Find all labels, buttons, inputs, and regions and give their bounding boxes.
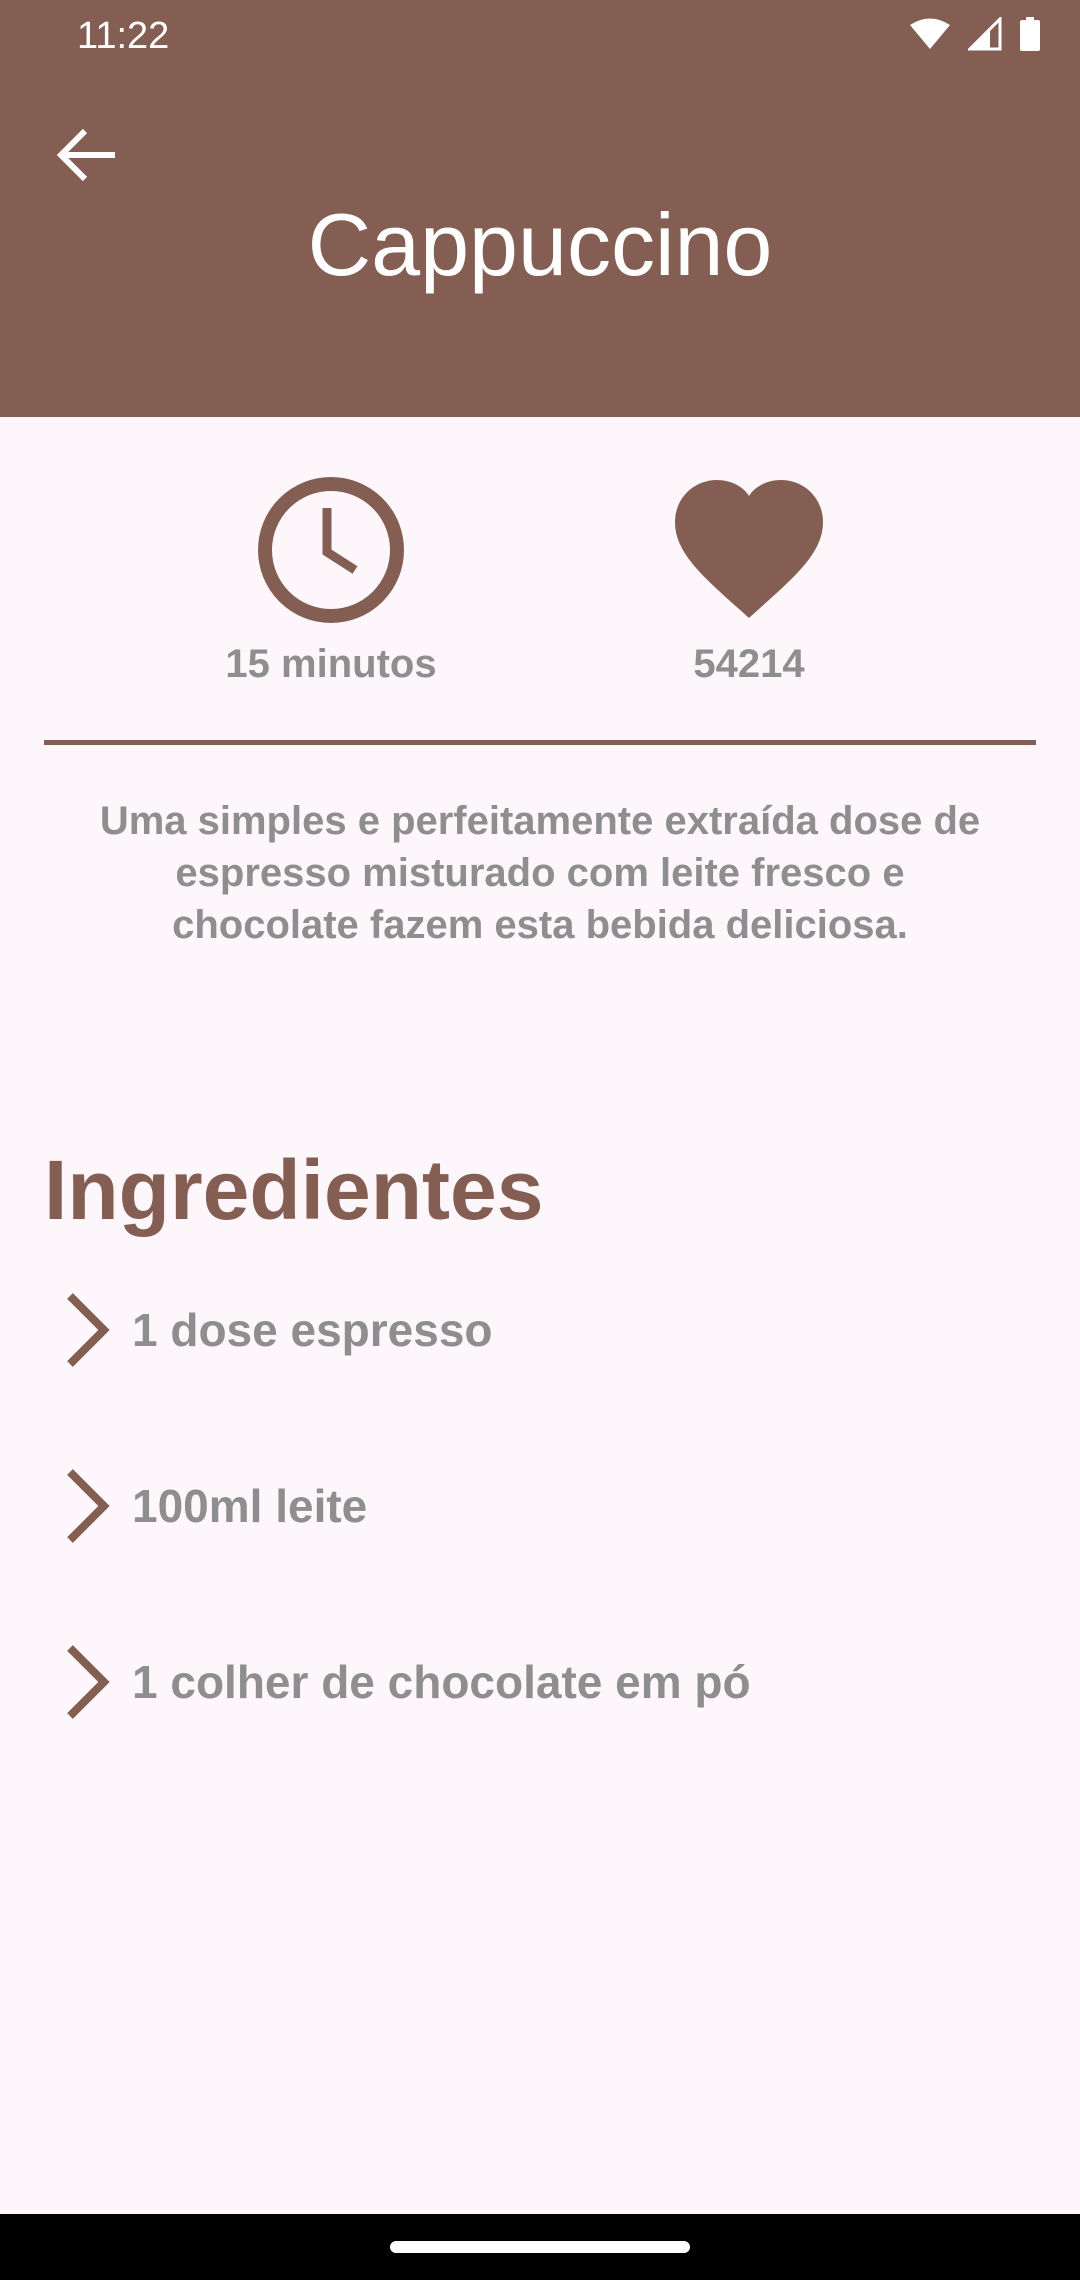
status-time: 11:22 xyxy=(77,15,170,57)
divider xyxy=(44,740,1036,745)
prep-time-stat: 15 minutos xyxy=(181,470,481,687)
ingredient-item: 100ml leite xyxy=(60,1456,367,1556)
arrow-left-icon xyxy=(56,128,115,182)
ingredient-label: 100ml leite xyxy=(132,1480,368,1532)
heart-icon[interactable] xyxy=(669,470,829,630)
ingredient-item: 1 colher de chocolate em pó xyxy=(60,1632,751,1732)
chevron-right-icon xyxy=(67,1469,110,1543)
clock-icon xyxy=(258,477,404,623)
back-button[interactable] xyxy=(50,118,124,192)
prep-time-label: 15 minutos xyxy=(225,642,437,686)
page-title: Cappuccino xyxy=(307,195,773,294)
battery-icon xyxy=(1020,17,1040,51)
app-screen: 11:22 Cappuccino 15 minutos 54214 Uma si… xyxy=(0,0,1080,2280)
ingredient-label: 1 colher de chocolate em pó xyxy=(132,1656,751,1708)
home-gesture-handle[interactable] xyxy=(390,2241,690,2253)
top-app-bar: 11:22 Cappuccino xyxy=(0,0,1080,417)
chevron-right-icon xyxy=(67,1293,110,1367)
signal-icon xyxy=(968,17,1002,51)
wifi-icon xyxy=(910,18,950,49)
ingredient-item: 1 dose espresso xyxy=(60,1280,493,1380)
chevron-right-icon xyxy=(67,1645,110,1719)
likes-stat: 54214 xyxy=(599,470,899,687)
ingredients-title: Ingredientes xyxy=(44,1143,544,1237)
likes-count: 54214 xyxy=(693,642,805,686)
ingredient-label: 1 dose espresso xyxy=(132,1304,493,1356)
drink-description: Uma simples e perfeitamente extraída dos… xyxy=(99,799,981,947)
status-icons xyxy=(910,14,1040,54)
